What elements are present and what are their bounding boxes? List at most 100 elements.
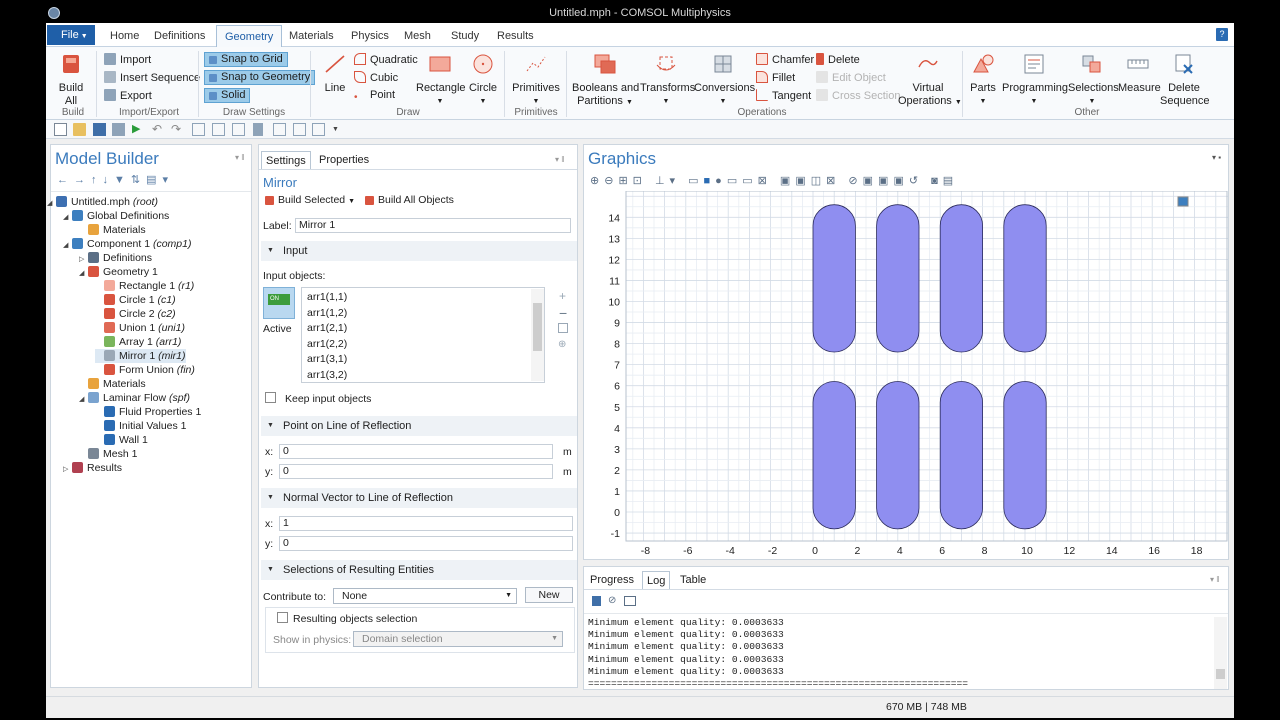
select-box-icon[interactable]: ● <box>715 175 727 187</box>
tree-node[interactable]: ◢ Untitled.mph (root) <box>47 195 158 209</box>
panel-menu-icon[interactable]: ▾ ‖ <box>1210 575 1220 584</box>
list-item[interactable]: arr1(1,2) <box>307 307 347 319</box>
undo-icon[interactable]: ↶ <box>152 123 165 136</box>
clear-log-icon[interactable]: ⊘ <box>608 595 616 606</box>
point-button[interactable]: • Point <box>354 89 395 105</box>
expand-toggle-icon[interactable]: ◢ <box>63 239 72 253</box>
expand-toggle-icon[interactable]: ▷ <box>63 463 72 477</box>
tree-node[interactable]: ◢ Geometry 1 <box>79 265 158 279</box>
list-item[interactable]: arr1(3,1) <box>307 353 347 365</box>
print-icon[interactable]: ▤ <box>943 175 958 187</box>
primitives-button[interactable]: Primitives ▼ <box>512 53 560 108</box>
new-button[interactable]: New <box>525 587 573 603</box>
delete-button[interactable]: Delete <box>816 53 860 67</box>
zoom-in-icon[interactable]: ⊕ <box>590 175 604 187</box>
select-edge-icon[interactable]: ▭ <box>727 175 742 187</box>
section-normal-vector[interactable]: ▼ Normal Vector to Line of Reflection <box>261 488 577 508</box>
delete-sequence-button[interactable]: Delete Sequence <box>1160 53 1210 108</box>
redo-icon[interactable]: ↷ <box>171 123 184 136</box>
snap-to-geometry-toggle[interactable]: Snap to Geometry <box>204 70 316 85</box>
select-all-icon[interactable]: ⊠ <box>758 175 772 187</box>
tree-node[interactable]: ▷ Definitions <box>79 251 152 265</box>
zoom-extents-icon[interactable]: ⊡ <box>633 175 647 187</box>
active-toggle[interactable]: ON <box>263 287 295 319</box>
geometry-domain[interactable] <box>876 204 920 353</box>
build-selected-button[interactable]: Build Selected ▼ <box>265 194 355 206</box>
zoom-out-icon[interactable]: ⊖ <box>604 175 618 187</box>
circle-button[interactable]: Circle ▼ <box>468 53 498 108</box>
duplicate-icon[interactable] <box>212 123 225 136</box>
point-x-field[interactable]: 0 <box>279 444 553 459</box>
paste-icon[interactable] <box>232 123 245 136</box>
graphics-toolbar[interactable]: ⊕⊖⊞⊡ ⊥▾ ▭■●▭▭⊠ ▣▣◫⊠ ⊘▣▣▣↺ ◙▤ <box>590 174 958 187</box>
geometry-domain[interactable] <box>812 204 856 353</box>
scrollbar-thumb[interactable] <box>1216 669 1225 679</box>
import-button[interactable]: Import <box>104 53 151 67</box>
axes-icon[interactable]: ⊥▾ <box>655 175 680 187</box>
build-all-button[interactable]: Build All <box>56 53 86 108</box>
delete-icon[interactable] <box>253 123 263 136</box>
transparency-icon[interactable]: ▣ <box>795 175 810 187</box>
export-log-icon[interactable] <box>624 596 636 606</box>
quadratic-button[interactable]: Quadratic <box>354 53 418 67</box>
list-item[interactable]: arr1(2,1) <box>307 322 347 334</box>
tree-node[interactable]: Wall 1 <box>95 433 148 447</box>
model-builder-toolbar[interactable]: ←→↑↓▼⇅▤▾ <box>57 173 174 186</box>
tree-node[interactable]: Mesh 1 <box>79 447 137 461</box>
tab-materials[interactable]: Materials <box>281 25 342 47</box>
section-input[interactable]: ▼ Input <box>261 241 577 261</box>
tree-node[interactable]: Fluid Properties 1 <box>95 405 201 419</box>
section-selections[interactable]: ▼ Selections of Resulting Entities <box>261 560 577 580</box>
geometry-domain[interactable] <box>812 381 856 530</box>
fillet-button[interactable]: Fillet <box>756 71 795 85</box>
log-scrollbar[interactable] <box>1214 617 1227 689</box>
tab-definitions[interactable]: Definitions <box>146 25 213 47</box>
camera-icon[interactable]: ◙ <box>931 175 943 187</box>
geometry-domain[interactable] <box>876 381 920 530</box>
point-y-field[interactable]: 0 <box>279 464 553 479</box>
remove-icon[interactable]: − <box>559 305 567 321</box>
lock-icon[interactable] <box>592 596 601 606</box>
hide-icon[interactable]: ⊘ <box>848 175 862 187</box>
tree-node[interactable]: Mirror 1 (mir1) <box>95 349 186 363</box>
tangent-button[interactable]: Tangent <box>756 89 811 103</box>
solid-toggle[interactable]: Solid <box>204 88 251 103</box>
file-menu-button[interactable]: File ▼ <box>47 25 95 45</box>
selections-button[interactable]: Selections ▼ <box>1068 53 1119 108</box>
save-icon[interactable] <box>93 123 106 136</box>
list-scrollbar[interactable] <box>531 289 544 381</box>
open-folder-icon[interactable] <box>73 123 86 136</box>
tab-geometry[interactable]: Geometry <box>216 25 283 47</box>
copy-icon[interactable] <box>192 123 205 136</box>
rectangle-button[interactable]: Rectangle ▼ <box>416 53 466 108</box>
tree-node[interactable]: Materials <box>79 223 146 237</box>
measure-button[interactable]: Measure <box>1118 53 1161 95</box>
panel-menu-icon[interactable]: ▾ ▪ <box>1212 153 1221 162</box>
zoom-icon[interactable] <box>312 123 325 136</box>
booleans-partitions-button[interactable]: Booleans and Partitions ▼ <box>572 53 639 109</box>
normal-y-field[interactable]: 0 <box>279 536 573 551</box>
programming-button[interactable]: Programming ▼ <box>1002 53 1068 108</box>
expand-toggle-icon[interactable]: ◢ <box>79 267 88 281</box>
add-icon[interactable]: + <box>559 289 566 303</box>
view-icon[interactable]: ▣ <box>863 175 878 187</box>
export-button[interactable]: Export <box>104 89 152 103</box>
list-item[interactable]: arr1(1,1) <box>307 291 347 303</box>
clear-selection-icon[interactable] <box>273 123 286 136</box>
geometry-domain[interactable] <box>939 204 984 353</box>
scene-light-icon[interactable]: ▣ <box>780 175 795 187</box>
scrollbar-thumb[interactable] <box>533 303 542 351</box>
insert-sequence-button[interactable]: Insert Sequence <box>104 71 200 85</box>
expand-toggle-icon[interactable]: ◢ <box>63 211 72 225</box>
clear-select-icon[interactable]: ⊠ <box>826 175 840 187</box>
tab-properties[interactable]: Properties <box>315 151 373 169</box>
list-item[interactable]: arr1(3,2) <box>307 369 347 381</box>
zoom-to-selection-icon[interactable]: ⊕ <box>558 339 566 350</box>
export-icon[interactable]: ▣ <box>893 175 908 187</box>
normal-x-field[interactable]: 1 <box>279 516 573 531</box>
tree-node[interactable]: Materials <box>79 377 146 391</box>
line-button[interactable]: Line <box>318 53 352 95</box>
tree-node[interactable]: Circle 1 (c1) <box>95 293 176 307</box>
cross-section-button[interactable]: Cross Section <box>816 89 900 103</box>
snap-to-grid-toggle[interactable]: Snap to Grid <box>204 52 288 67</box>
